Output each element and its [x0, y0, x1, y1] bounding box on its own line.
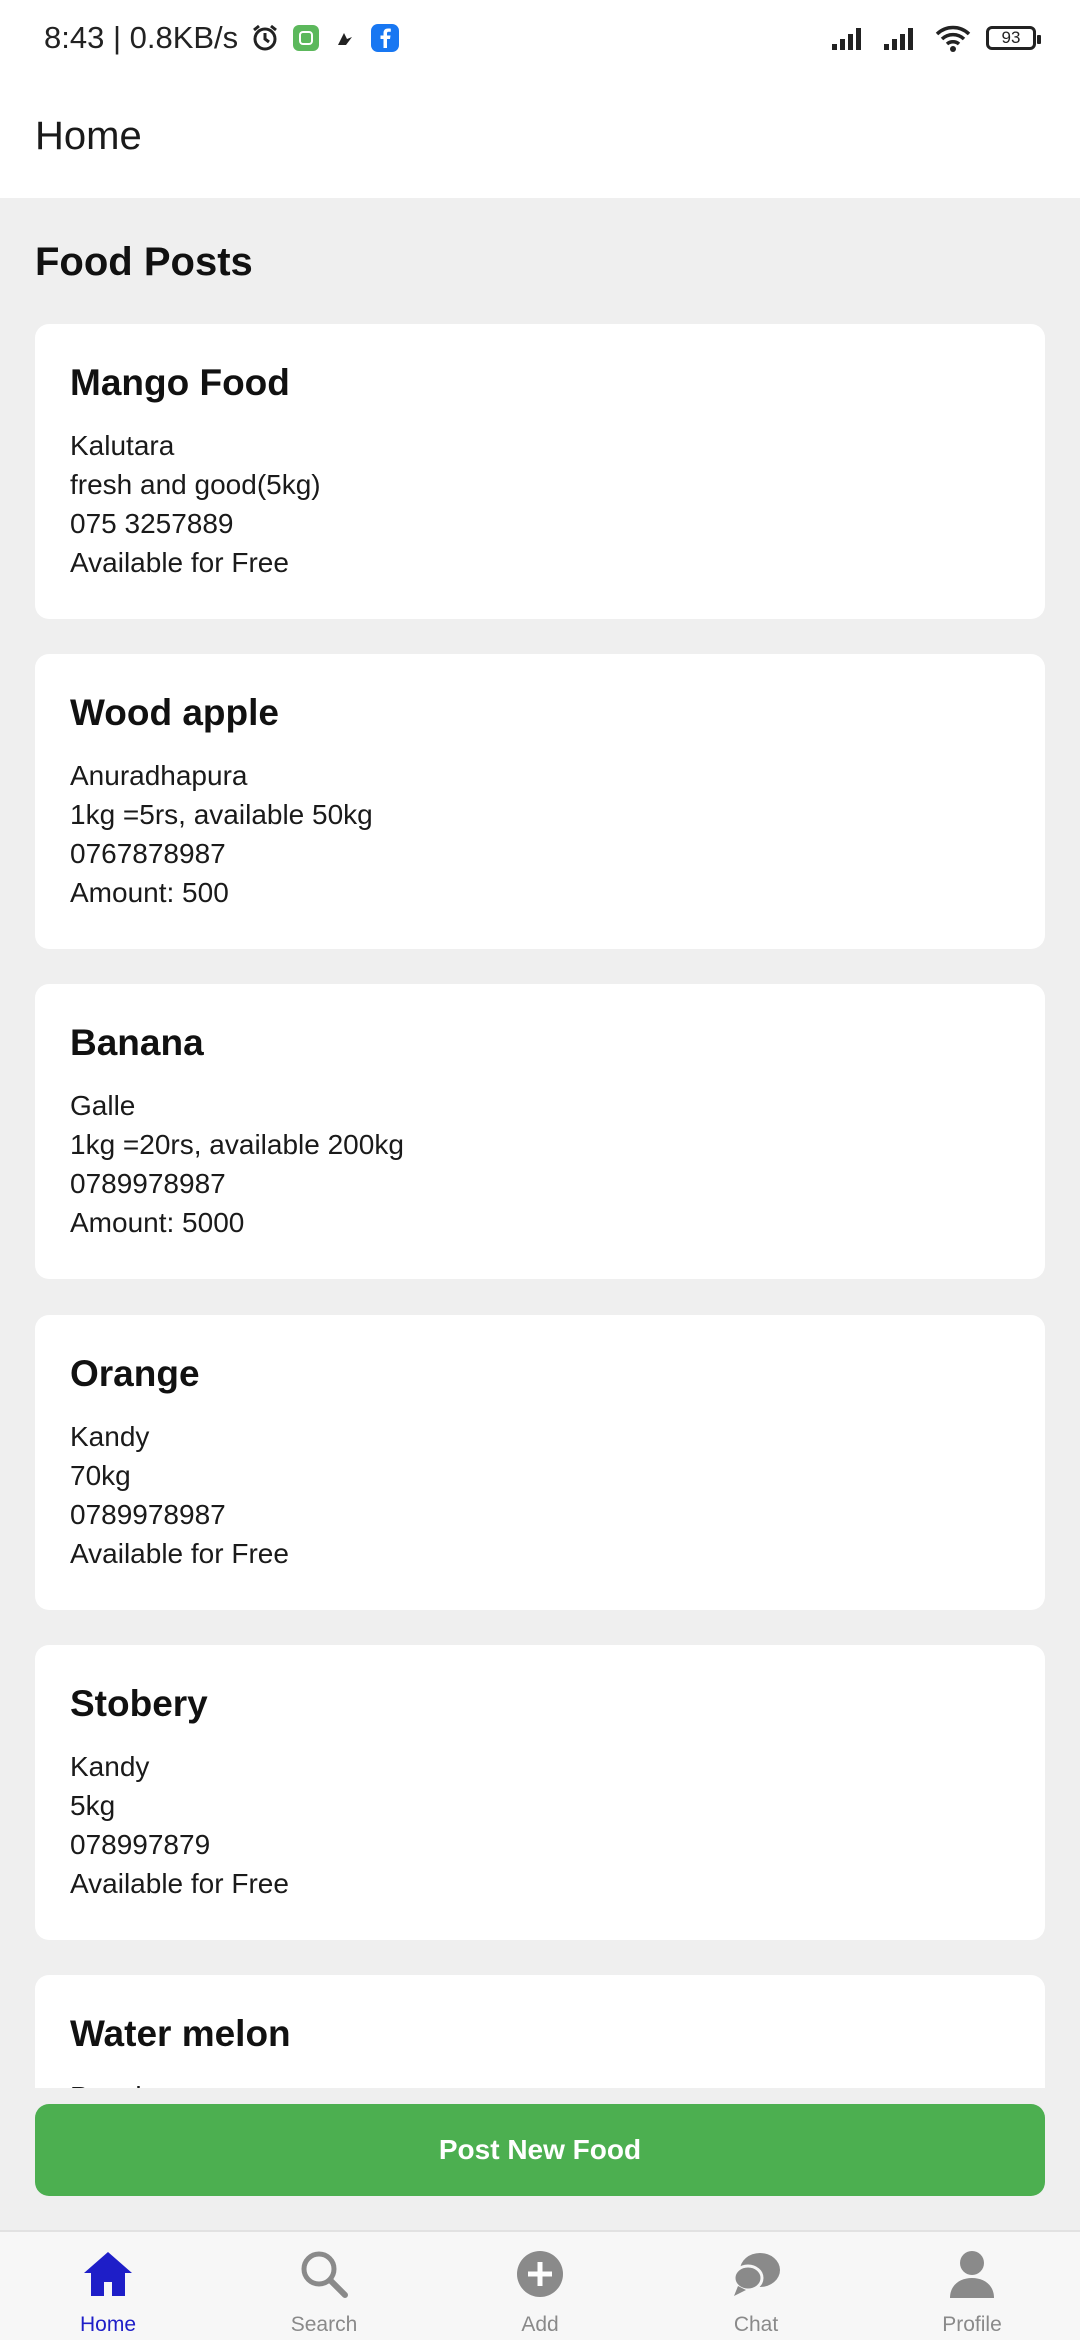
facebook-icon [370, 23, 400, 53]
wifi-icon [934, 23, 972, 53]
chat-icon [728, 2246, 784, 2307]
search-icon [296, 2246, 352, 2307]
food-post-title: Banana [70, 1022, 204, 1063]
nav-item-chat[interactable]: Chat [648, 2232, 864, 2340]
food-post-phone: 0789978987 [70, 1499, 226, 1530]
app-bar: Home [0, 75, 1080, 198]
home-icon [80, 2246, 136, 2307]
battery-icon: 93 [986, 25, 1041, 50]
food-post-title: Water melon [70, 2013, 291, 2054]
food-post-price: Available for Free [70, 547, 289, 578]
signal-icon [830, 24, 868, 52]
bird-icon [332, 25, 358, 51]
food-post-phone: 0789978987 [70, 1168, 226, 1199]
alarm-icon [250, 23, 280, 53]
nav-label-home: Home [79, 2313, 137, 2336]
food-post-location: Anuradhapura [70, 760, 248, 791]
bottom-navigation: Home Search Add Chat Profile [0, 2230, 1080, 2340]
status-right: 93 [830, 23, 1041, 53]
nav-item-home[interactable]: Home [0, 2232, 216, 2340]
food-post-description: fresh and good(5kg) [70, 469, 321, 500]
food-post-location: Kandy [70, 1751, 150, 1782]
add-circle-icon [512, 2246, 568, 2307]
food-post-price: Available for Free [70, 1538, 289, 1569]
food-post-location: Puttalam [70, 2077, 1010, 2088]
food-post-description: 5kg [70, 1790, 116, 1821]
nav-label-profile: Profile [942, 2313, 1002, 2336]
food-post-title: Stobery [70, 1683, 208, 1724]
status-left: 8:43 | 0.8KB/s [44, 20, 400, 56]
nav-item-add[interactable]: Add [432, 2232, 648, 2340]
nav-item-search[interactable]: Search [216, 2232, 432, 2340]
app-notification-icon [292, 24, 320, 52]
nav-label-chat: Chat [733, 2313, 779, 2336]
status-time-speed: 8:43 | 0.8KB/s [44, 19, 239, 55]
food-post-price: Amount: 5000 [70, 1207, 245, 1238]
food-post-title: Wood apple [70, 692, 279, 733]
food-posts-list[interactable]: Food Posts Mango Food Kalutara fresh and… [0, 198, 1080, 2088]
food-post-location: Kalutara [70, 430, 175, 461]
food-post-title: Orange [70, 1353, 200, 1394]
food-post-title: Mango Food [70, 362, 290, 403]
food-post-phone: 078997879 [70, 1829, 211, 1860]
signal-icon-2 [882, 24, 920, 52]
post-new-food-button[interactable]: Post New Food [35, 2104, 1045, 2196]
food-post-phone: 0767878987 [70, 838, 226, 869]
nav-label-search: Search [290, 2313, 358, 2336]
food-post-location: Galle [70, 1090, 136, 1121]
food-post-card[interactable]: Banana Galle 1kg =20rs, available 200kg … [35, 984, 1045, 1279]
battery-level: 93 [1001, 27, 1021, 47]
nav-item-profile[interactable]: Profile [864, 2232, 1080, 2340]
section-title: Food Posts [35, 240, 253, 284]
food-post-price: Available for Free [70, 1868, 289, 1899]
food-post-description: 70kg [70, 1460, 131, 1491]
nav-label-add: Add [521, 2313, 559, 2336]
profile-icon [944, 2246, 1000, 2307]
food-post-description: 1kg =20rs, available 200kg [70, 1129, 404, 1160]
food-post-price: Amount: 500 [70, 877, 229, 908]
food-post-location: Kandy [70, 1421, 150, 1452]
food-post-card[interactable]: Wood apple Anuradhapura 1kg =5rs, availa… [35, 654, 1045, 949]
food-post-description: 1kg =5rs, available 50kg [70, 799, 373, 830]
food-post-phone: 075 3257889 [70, 508, 234, 539]
food-post-card[interactable]: Stobery Kandy 5kg 078997879 Available fo… [35, 1645, 1045, 1940]
food-post-card[interactable]: Water melon Puttalam [35, 1975, 1045, 2088]
page-title: Home [35, 114, 142, 158]
food-post-card[interactable]: Orange Kandy 70kg 0789978987 Available f… [35, 1315, 1045, 1610]
status-bar: 8:43 | 0.8KB/s 93 [0, 0, 1080, 75]
food-post-card[interactable]: Mango Food Kalutara fresh and good(5kg) … [35, 324, 1045, 619]
